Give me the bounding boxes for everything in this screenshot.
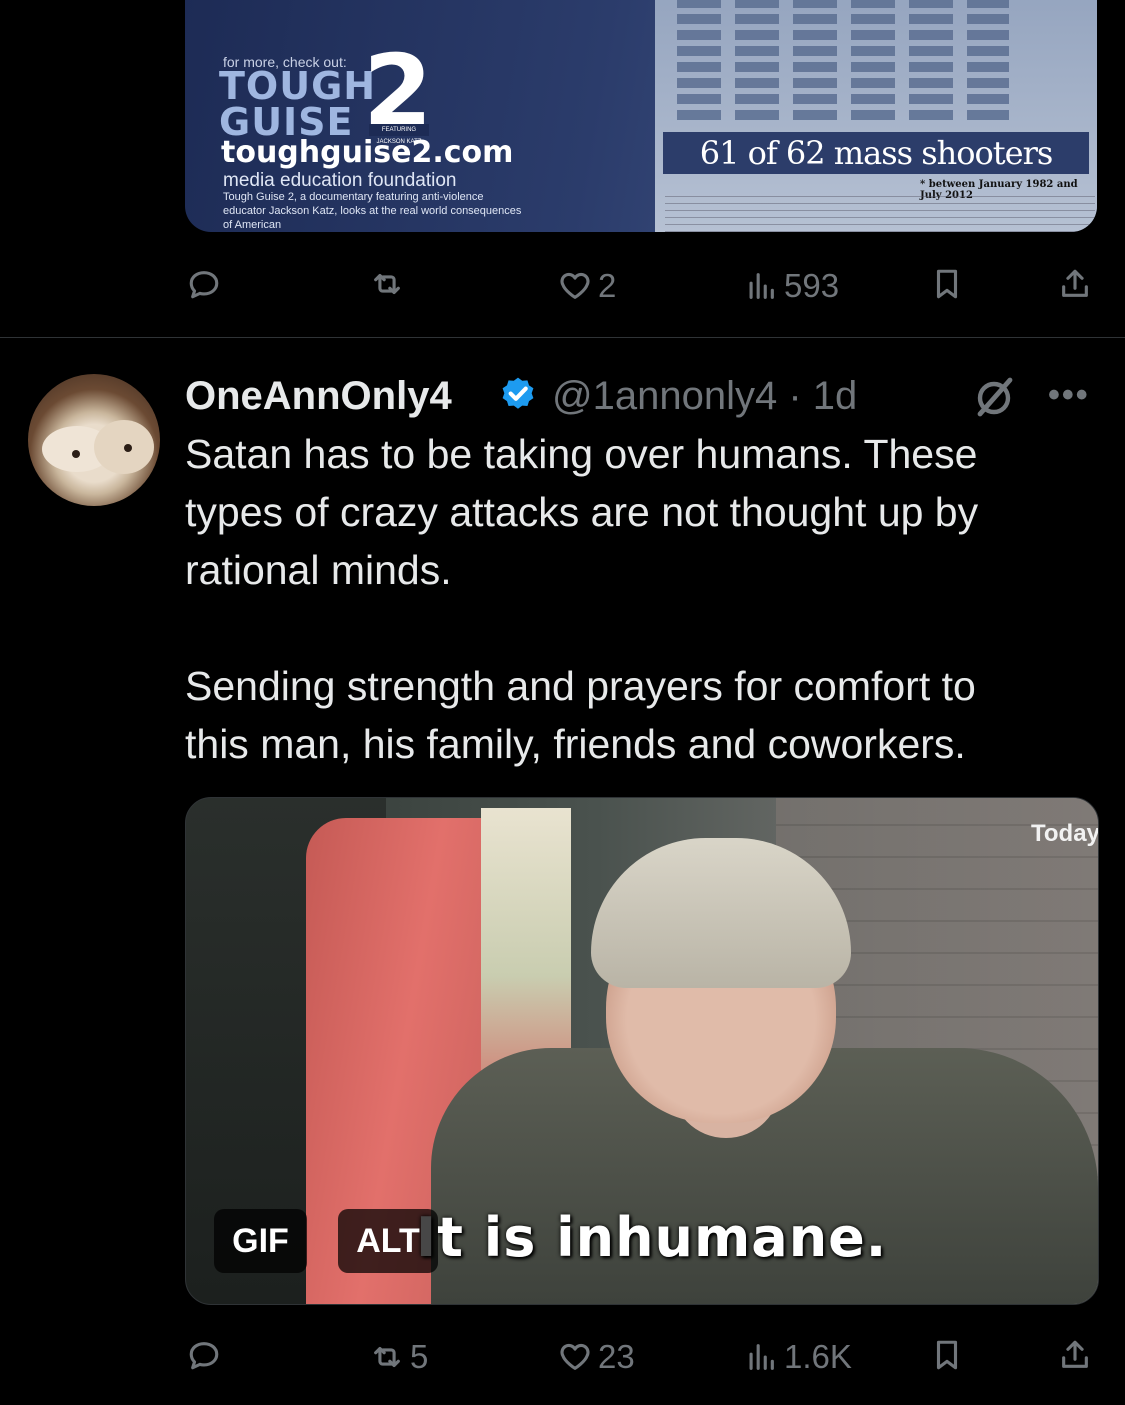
alt-text-badge[interactable]: ALT	[338, 1209, 438, 1273]
tweet-text-line: this man, his family, friends and cowork…	[185, 721, 966, 767]
share-button[interactable]	[1058, 1338, 1092, 1372]
heart-icon	[560, 272, 590, 299]
bookmark-button[interactable]	[930, 267, 964, 301]
gif-badge[interactable]: GIF	[214, 1209, 307, 1273]
avatar[interactable]	[28, 374, 160, 506]
retweet-count: 5	[410, 1338, 429, 1375]
views-count: 593	[784, 267, 840, 304]
reply-button[interactable]	[187, 267, 227, 301]
bar-chart-icon	[749, 1344, 774, 1370]
bookmark-icon	[936, 269, 958, 299]
share-upload-icon	[1062, 1340, 1088, 1368]
media-fine-print	[665, 192, 1095, 232]
media-stat-text: 61 of 62 mass shooters	[663, 132, 1089, 174]
tweet-text-line: types of crazy attacks are not thought u…	[185, 489, 979, 535]
like-count: 2	[598, 267, 617, 304]
media-logo-tough: TOUGH	[219, 64, 377, 108]
media-gun-pictogram	[669, 0, 1009, 120]
reply-button[interactable]	[187, 1338, 227, 1372]
like-button[interactable]: 2	[558, 267, 616, 305]
bookmark-button[interactable]	[930, 1338, 964, 1372]
handle-and-time[interactable]: @1annonly4 · 1d	[552, 371, 857, 421]
tweet-text-line: rational minds.	[185, 547, 452, 593]
media-org-name: media education foundation	[223, 170, 457, 191]
retweet-button[interactable]	[370, 267, 410, 301]
tweet-divider	[0, 337, 1125, 338]
speech-bubble-icon	[189, 271, 219, 299]
grok-icon[interactable]	[970, 374, 1018, 422]
views-count: 1.6K	[784, 1338, 852, 1375]
media-description: Tough Guise 2, a documentary featuring a…	[223, 191, 522, 231]
bookmark-icon	[936, 1340, 958, 1370]
retweet-icon	[374, 273, 400, 295]
views-button[interactable]: 593	[744, 267, 839, 305]
speech-bubble-icon	[189, 1342, 219, 1370]
bar-chart-icon	[749, 273, 774, 299]
display-name[interactable]: OneAnnOnly4	[185, 371, 452, 421]
retweet-icon	[374, 1346, 400, 1368]
like-button[interactable]: 23	[558, 1338, 635, 1376]
tweet-text-line: Sending strength and prayers for comfort…	[185, 663, 976, 709]
share-upload-icon	[1062, 269, 1088, 297]
verified-badge-icon[interactable]	[497, 375, 539, 417]
gif-watermark: Today	[1031, 820, 1099, 847]
more-options-button[interactable]: •••	[1048, 378, 1090, 412]
heart-icon	[560, 1343, 590, 1370]
gif-caption: It is inhumane.	[416, 1206, 888, 1269]
media-site-url: toughguise2.com	[221, 135, 514, 170]
retweet-button[interactable]: 5	[370, 1338, 428, 1376]
tweet1-media-image[interactable]: for more, check out: TOUGH GUISE 2 FEATU…	[185, 0, 1097, 232]
like-count: 23	[598, 1338, 635, 1375]
views-button[interactable]: 1.6K	[744, 1338, 852, 1376]
tweet-text-line: Satan has to be taking over humans. Thes…	[185, 431, 978, 477]
tweet2-gif-media[interactable]: Today It is inhumane.	[185, 797, 1099, 1305]
share-button[interactable]	[1058, 267, 1092, 301]
